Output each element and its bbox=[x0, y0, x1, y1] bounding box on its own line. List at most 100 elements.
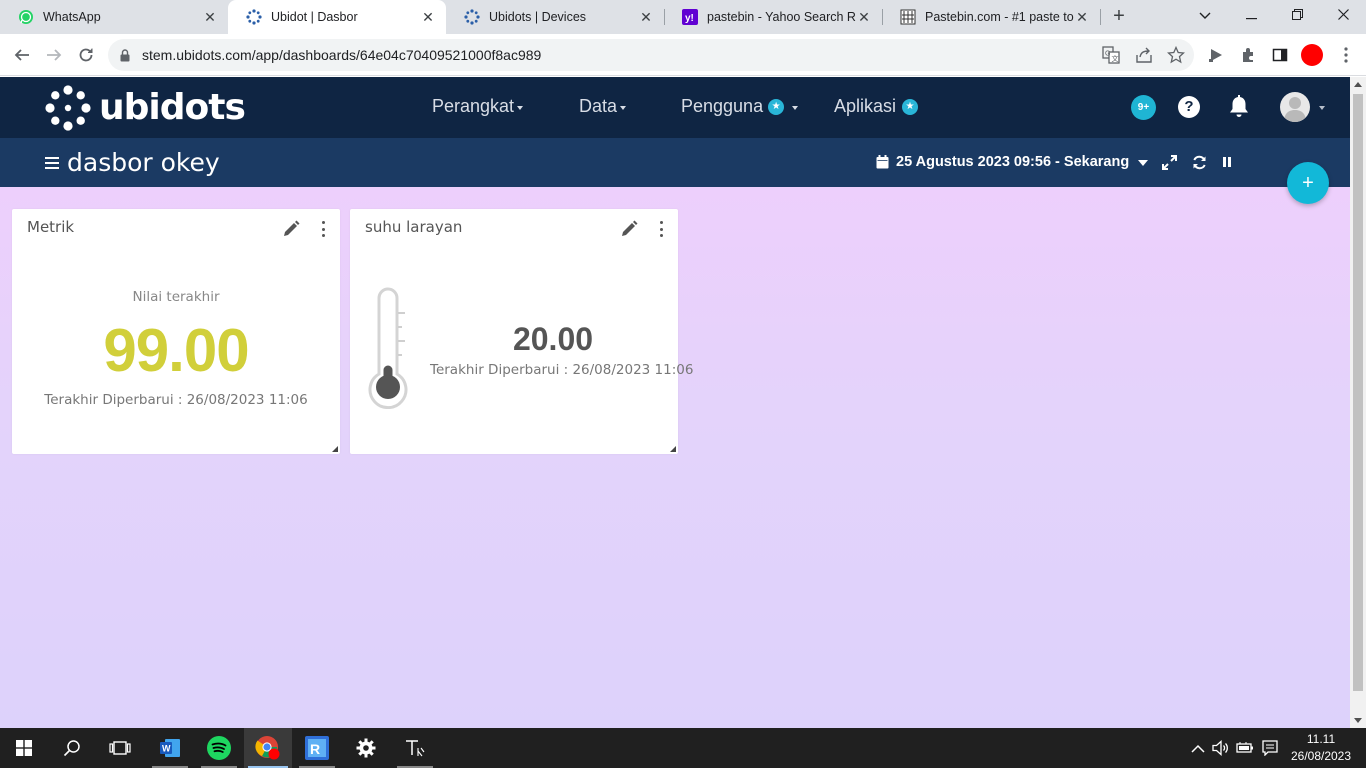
close-icon[interactable]: ✕ bbox=[638, 9, 654, 26]
bookmark-star-icon[interactable] bbox=[1166, 45, 1186, 65]
restore-button[interactable] bbox=[1274, 0, 1320, 30]
start-icon[interactable] bbox=[0, 728, 48, 768]
tab-title: WhatsApp bbox=[43, 10, 101, 24]
widget-title: suhu larayan bbox=[365, 218, 463, 236]
pencil-edit-icon[interactable] bbox=[282, 220, 300, 238]
volume-icon[interactable] bbox=[1212, 739, 1230, 757]
page-scrollbar[interactable] bbox=[1350, 77, 1366, 728]
close-icon[interactable]: ✕ bbox=[420, 9, 436, 26]
close-icon[interactable]: ✕ bbox=[1074, 9, 1090, 26]
add-widget-button[interactable]: + bbox=[1287, 162, 1329, 204]
url-text: stem.ubidots.com/app/dashboards/64e04c70… bbox=[142, 47, 542, 63]
pencil-edit-icon[interactable] bbox=[620, 220, 638, 238]
user-avatar[interactable] bbox=[1280, 92, 1310, 122]
word-icon[interactable]: W bbox=[146, 728, 194, 768]
fullscreen-expand-icon[interactable] bbox=[1161, 154, 1177, 170]
whatsapp-icon bbox=[18, 9, 34, 25]
clock-time: 11.11 bbox=[1306, 732, 1336, 746]
nav-users[interactable]: Pengguna ★ bbox=[681, 96, 799, 117]
translate-icon[interactable]: G文 bbox=[1101, 45, 1121, 65]
ubidots-favicon-icon bbox=[464, 9, 480, 25]
date-range-text: 25 Agustus 2023 09:56 - Sekarang bbox=[896, 154, 1130, 170]
more-vertical-icon[interactable] bbox=[320, 221, 326, 237]
star-badge-icon: ★ bbox=[768, 98, 785, 115]
address-toolbar: stem.ubidots.com/app/dashboards/64e04c70… bbox=[0, 34, 1366, 76]
app-icon[interactable]: R bbox=[293, 728, 341, 768]
minimize-button[interactable] bbox=[1228, 0, 1274, 30]
help-icon[interactable]: ? bbox=[1178, 96, 1200, 118]
tab-ubidot-dasbor[interactable]: Ubidot | Dasbor ✕ bbox=[228, 0, 446, 34]
scrollbar-thumb[interactable] bbox=[1353, 94, 1363, 691]
settings-icon[interactable] bbox=[342, 728, 390, 768]
star-badge-icon: ★ bbox=[902, 98, 919, 115]
last-updated-text: Terakhir Diperbarui : 26/08/2023 11:06 bbox=[430, 362, 694, 378]
nav-devices-label: Perangkat bbox=[432, 96, 515, 116]
dashboard-header: dasbor okey 25 Agustus 2023 09:56 - Seka… bbox=[0, 138, 1350, 187]
hamburger-menu-icon[interactable] bbox=[45, 157, 59, 169]
search-icon[interactable] bbox=[48, 728, 96, 768]
widget-metric: Metrik Nilai terakhir 99.00 Terakhir Dip… bbox=[12, 209, 340, 454]
last-updated-text: Terakhir Diperbarui : 26/08/2023 11:06 bbox=[44, 392, 308, 408]
ubidots-logo[interactable]: ubidots bbox=[45, 85, 246, 131]
reload-button[interactable] bbox=[74, 43, 98, 67]
browser-tab-bar: WhatsApp ✕ Ubidot | Dasbor ✕ Ubidots | D… bbox=[0, 0, 1366, 34]
task-view-icon[interactable] bbox=[96, 728, 144, 768]
refresh-icon[interactable] bbox=[1191, 154, 1207, 170]
svg-text:W: W bbox=[162, 744, 171, 754]
tab-ubidots-devices[interactable]: Ubidots | Devices ✕ bbox=[446, 0, 664, 34]
system-clock[interactable]: 11.11 26/08/2023 bbox=[1286, 731, 1356, 765]
chrome-menu-icon[interactable] bbox=[1336, 45, 1356, 65]
tab-search-chevron-icon[interactable] bbox=[1182, 0, 1228, 30]
tab-title: Ubidots | Devices bbox=[489, 10, 587, 24]
caret-down-icon bbox=[517, 106, 524, 110]
chrome-icon[interactable] bbox=[244, 728, 292, 768]
tab-title: pastebin - Yahoo Search Resu bbox=[707, 10, 856, 24]
chevron-up-icon[interactable] bbox=[1189, 739, 1207, 757]
extensions-icon[interactable] bbox=[1238, 45, 1258, 65]
svg-text:R: R bbox=[310, 741, 320, 757]
battery-icon[interactable] bbox=[1236, 739, 1254, 757]
profile-avatar-icon[interactable] bbox=[1301, 44, 1323, 66]
nav-devices[interactable]: Perangkat bbox=[432, 96, 524, 117]
caret-down-icon bbox=[792, 106, 799, 110]
caret-down-icon[interactable] bbox=[1319, 106, 1325, 110]
pause-icon[interactable] bbox=[1219, 154, 1235, 170]
back-button[interactable] bbox=[10, 43, 34, 67]
ubidots-favicon-icon bbox=[246, 9, 262, 25]
close-window-button[interactable] bbox=[1320, 0, 1366, 30]
scroll-up-arrow-icon[interactable] bbox=[1354, 82, 1362, 87]
url-bar[interactable]: stem.ubidots.com/app/dashboards/64e04c70… bbox=[108, 39, 1194, 71]
top-navigation: ubidots Perangkat Data Pengguna ★ Aplika… bbox=[0, 77, 1350, 138]
bell-icon[interactable] bbox=[1228, 95, 1250, 119]
nav-data[interactable]: Data bbox=[579, 96, 627, 117]
nav-data-label: Data bbox=[579, 96, 618, 116]
side-panel-icon[interactable] bbox=[1270, 45, 1290, 65]
new-tab-button[interactable]: + bbox=[1108, 5, 1130, 27]
close-icon[interactable]: ✕ bbox=[202, 9, 218, 26]
media-play-icon[interactable] bbox=[1206, 45, 1226, 65]
notification-count-badge[interactable]: 9+ bbox=[1131, 95, 1156, 120]
typing-app-icon[interactable] bbox=[391, 728, 439, 768]
tab-yahoo-search[interactable]: y! pastebin - Yahoo Search Resu ✕ bbox=[664, 0, 882, 34]
resize-handle-icon[interactable] bbox=[670, 446, 676, 452]
nav-apps[interactable]: Aplikasi ★ bbox=[834, 96, 919, 117]
share-icon[interactable] bbox=[1134, 45, 1154, 65]
date-range-picker[interactable]: 25 Agustus 2023 09:56 - Sekarang bbox=[876, 154, 1149, 170]
notification-center-icon[interactable] bbox=[1261, 739, 1279, 757]
more-vertical-icon[interactable] bbox=[658, 221, 664, 237]
caret-down-icon bbox=[620, 106, 627, 110]
widget-title: Metrik bbox=[27, 218, 75, 236]
tab-pastebin[interactable]: Pastebin.com - #1 paste tool ✕ bbox=[882, 0, 1100, 34]
close-icon[interactable]: ✕ bbox=[856, 9, 872, 26]
dashboard-title[interactable]: dasbor okey bbox=[67, 148, 220, 177]
spotify-icon[interactable] bbox=[195, 728, 243, 768]
scroll-down-arrow-icon[interactable] bbox=[1354, 718, 1362, 723]
resize-handle-icon[interactable] bbox=[332, 446, 338, 452]
tab-whatsapp[interactable]: WhatsApp ✕ bbox=[0, 0, 228, 34]
ubidots-app: ubidots Perangkat Data Pengguna ★ Aplika… bbox=[0, 77, 1350, 728]
thermometer-bulb bbox=[376, 375, 400, 399]
svg-text:G: G bbox=[1105, 51, 1110, 58]
forward-button[interactable] bbox=[42, 43, 66, 67]
lock-icon[interactable] bbox=[120, 48, 130, 62]
yahoo-icon: y! bbox=[682, 9, 698, 25]
